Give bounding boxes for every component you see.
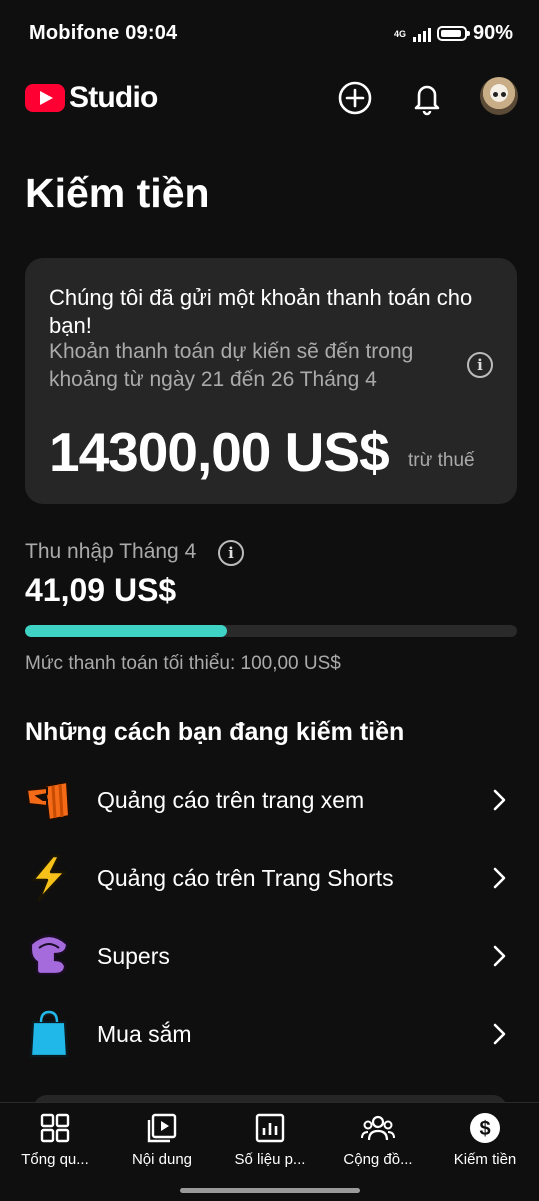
community-icon: [361, 1115, 395, 1141]
chevron-right-icon: [493, 945, 506, 967]
battery-level: 90%: [472, 22, 513, 44]
logo-text: Studio: [69, 81, 158, 114]
bottom-navigation: Tổng qu... Nội dung Số liệu p... Cộng đồ…: [0, 1102, 539, 1201]
income-amount: 41,09 US$: [25, 572, 177, 608]
chevron-right-icon: [493, 789, 506, 811]
list-item-shorts-ads[interactable]: Quảng cáo trên Trang Shorts: [0, 842, 539, 914]
popcorn-icon: [25, 780, 71, 822]
earn-icon: $: [470, 1113, 500, 1143]
payout-progress-fill: [25, 625, 228, 637]
home-indicator[interactable]: [180, 1188, 360, 1193]
shopping-bag-icon: [29, 1010, 69, 1058]
info-icon[interactable]: i: [467, 352, 493, 378]
list-item-supers[interactable]: Supers: [0, 920, 539, 992]
signal-icon: [412, 26, 431, 42]
nav-label: Tổng qu...: [21, 1151, 89, 1168]
chevron-right-icon: [493, 1023, 506, 1045]
payment-card: Chúng tôi đã gửi một khoản thanh toán ch…: [25, 258, 517, 504]
list-item-label: Mua sắm: [97, 1020, 192, 1047]
avatar[interactable]: [480, 77, 518, 115]
notifications-button[interactable]: [407, 78, 447, 118]
nav-content[interactable]: Nội dung: [112, 1111, 212, 1168]
nav-community[interactable]: Cộng đồ...: [328, 1111, 428, 1168]
minimum-payment-text: Mức thanh toán tối thiểu: 100,00 US$: [25, 653, 341, 674]
list-item-shopping[interactable]: Mua sắm: [0, 998, 539, 1070]
create-button[interactable]: [335, 78, 375, 118]
page-title: Kiếm tiền: [25, 170, 210, 216]
app-header: Studio: [0, 72, 539, 122]
payout-progress-bar: [25, 625, 517, 637]
payment-title: Chúng tôi đã gửi một khoản thanh toán ch…: [49, 285, 473, 338]
nav-earn[interactable]: $ Kiếm tiền: [435, 1111, 535, 1168]
list-item-label: Supers: [97, 942, 170, 969]
list-item-watch-page-ads[interactable]: Quảng cáo trên trang xem: [0, 764, 539, 836]
battery-icon: [436, 26, 470, 41]
income-info-icon[interactable]: i: [218, 540, 244, 566]
status-bar: Mobifone 09:04 4G 90%: [0, 0, 539, 68]
nav-label: Kiếm tiền: [453, 1151, 517, 1168]
status-icons: 4G 90%: [394, 22, 513, 45]
ways-section-title: Những cách bạn đang kiếm tiền: [25, 718, 405, 746]
carrier-time: Mobifone 09:04: [29, 22, 178, 44]
youtube-studio-logo[interactable]: Studio: [25, 81, 158, 115]
svg-text:$: $: [479, 1118, 490, 1140]
chevron-right-icon: [493, 867, 506, 889]
lightning-icon: [31, 854, 67, 902]
supers-icon: [29, 934, 69, 976]
income-label: Thu nhập Tháng 4: [25, 540, 197, 563]
youtube-logo-icon: [25, 84, 65, 112]
nav-dashboard[interactable]: Tổng qu...: [5, 1111, 105, 1168]
nav-analytics[interactable]: Số liệu p...: [220, 1111, 320, 1168]
bell-icon: [414, 85, 440, 116]
nav-label: Nội dung: [131, 1151, 193, 1168]
add-circle-icon: [338, 81, 372, 115]
payment-amount: 14300,00 US$: [49, 421, 390, 483]
dashboard-icon: [40, 1113, 70, 1143]
list-item-label: Quảng cáo trên Trang Shorts: [97, 864, 394, 891]
content-icon: [147, 1113, 177, 1143]
nav-label: Cộng đồ...: [343, 1151, 413, 1168]
nav-label: Số liệu p...: [234, 1151, 306, 1168]
payment-subtitle: Khoản thanh toán dự kiến sẽ đến trong kh…: [49, 340, 414, 391]
tax-note: trừ thuế: [408, 450, 475, 471]
list-item-label: Quảng cáo trên trang xem: [97, 786, 365, 813]
analytics-icon: [255, 1113, 285, 1143]
network-type: 4G: [393, 28, 406, 39]
